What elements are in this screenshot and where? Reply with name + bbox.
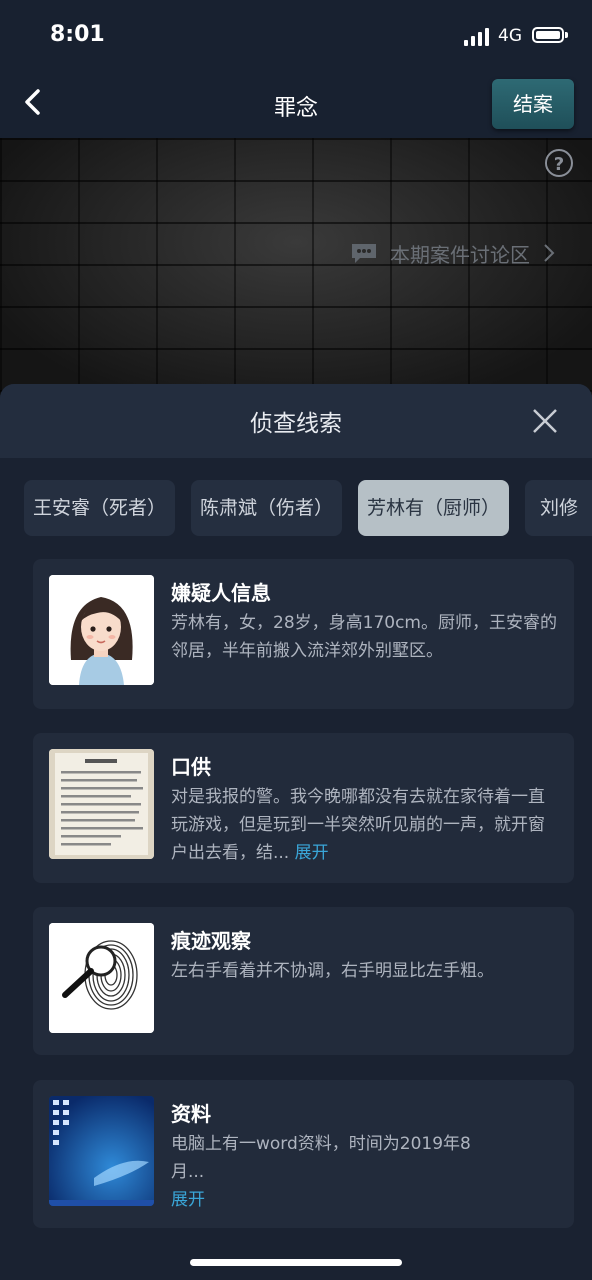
home-indicator: [190, 1259, 402, 1266]
tab-suspect[interactable]: 刘修: [525, 480, 592, 536]
clue-text: 芳林有，女，28岁，身高170cm。厨师，王安睿的邻居，半年前搬入流洋郊外别墅区…: [171, 613, 557, 661]
tab-suspect[interactable]: 陈肃斌（伤者）: [191, 480, 342, 536]
status-bar: 8:01 4G: [0, 0, 592, 72]
help-icon[interactable]: ?: [545, 149, 573, 177]
signal-icon: [464, 28, 492, 46]
sheet-header: 侦查线索: [0, 384, 592, 458]
clue-text: 电脑上有一word资料，时间为2019年8月... 展开: [171, 1134, 471, 1210]
clue-text: 左右手看着并不协调，右手明显比左手粗。: [171, 961, 494, 981]
status-time: 8:01: [50, 22, 105, 47]
battery-icon: [532, 27, 564, 43]
suspect-tabs: 王安睿（死者） 陈肃斌（伤者） 芳林有（厨师） 刘修: [0, 480, 592, 536]
sheet-title: 侦查线索: [250, 411, 342, 437]
battery-tip: [565, 32, 568, 38]
tab-suspect-active[interactable]: 芳林有（厨师）: [358, 480, 509, 536]
expand-link[interactable]: 展开: [295, 843, 329, 863]
clue-card[interactable]: 痕迹观察 左右手看着并不协调，右手明显比左手粗。: [33, 907, 574, 1055]
nav-bar: 罪念 结案: [0, 72, 592, 136]
desktop-screenshot-thumbnail: [49, 1096, 154, 1206]
clue-title: 口供: [171, 755, 211, 779]
fingerprint-magnifier-image: [49, 923, 154, 1033]
testimony-document-thumbnail: [49, 749, 154, 859]
clue-text: 对是我报的警。我今晚哪都没有去就在家待着一直玩游戏，但是玩到一半突然听见崩的一声…: [171, 787, 545, 863]
chevron-right-icon: [544, 244, 555, 262]
clue-title: 嫌疑人信息: [171, 581, 271, 605]
chat-icon: [352, 244, 376, 263]
close-case-button[interactable]: 结案: [492, 79, 574, 129]
close-icon[interactable]: [530, 406, 560, 436]
clue-card[interactable]: 口供 对是我报的警。我今晚哪都没有去就在家待着一直玩游戏，但是玩到一半突然听见崩…: [33, 733, 574, 883]
clue-title: 资料: [171, 1102, 211, 1126]
network-type: 4G: [498, 26, 522, 46]
clue-title: 痕迹观察: [171, 929, 251, 953]
discussion-label: 本期案件讨论区: [390, 242, 530, 267]
tab-suspect[interactable]: 王安睿（死者）: [24, 480, 175, 536]
clue-card[interactable]: 嫌疑人信息 芳林有，女，28岁，身高170cm。厨师，王安睿的邻居，半年前搬入流…: [33, 559, 574, 709]
discussion-link[interactable]: 本期案件讨论区: [350, 236, 556, 270]
expand-link[interactable]: 展开: [171, 1190, 205, 1210]
clue-card[interactable]: 资料 电脑上有一word资料，时间为2019年8月... 展开: [33, 1080, 574, 1228]
suspect-portrait: [49, 575, 154, 685]
